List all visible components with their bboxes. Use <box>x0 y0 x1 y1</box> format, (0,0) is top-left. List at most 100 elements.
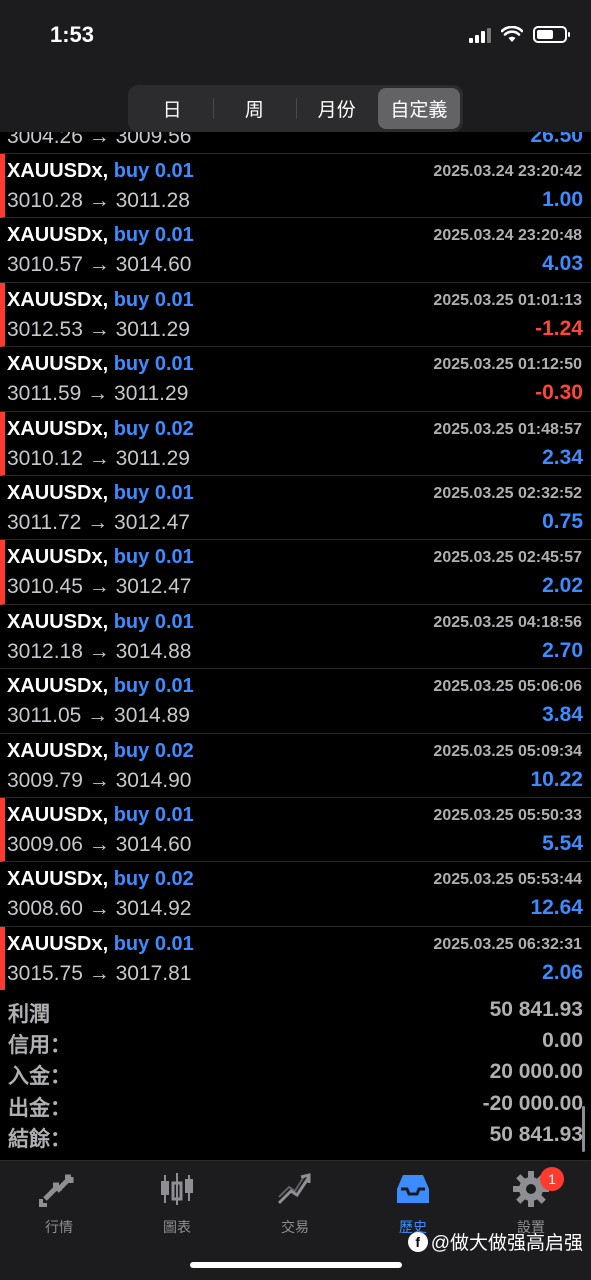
deal-prices: 3010.45 → 3012.47 <box>7 575 192 599</box>
summary-label: 利潤 <box>8 1003 50 1026</box>
tab-chart[interactable]: 圖表 <box>118 1169 236 1239</box>
deal-prices: 3009.79 → 3014.90 <box>7 768 192 792</box>
period-tab-custom[interactable]: 自定義 <box>377 88 460 129</box>
summary-row: 利潤 50 841.93 <box>0 996 591 1027</box>
deal-row[interactable]: XAUUSDx, buy 0.01 2025.03.24 23:20:48 3010… <box>0 218 591 283</box>
deal-title: XAUUSDx, buy 0.01 <box>7 933 194 956</box>
summary-row: 入金： 20 000.00 <box>0 1058 591 1089</box>
deal-time: 2025.03.24 23:20:42 <box>433 163 582 180</box>
account-summary: 結餘： 50 841.93 出金： -20 000.00 入金： 20 000.00 信用：… <box>0 996 591 1160</box>
tab-label: 行情 <box>45 1219 73 1235</box>
deal-profit: 3.84 <box>542 703 583 727</box>
deal-prices: 3008.60 → 3014.92 <box>7 897 192 921</box>
deal-time: 2025.03.25 05:50:33 <box>433 807 582 824</box>
deal-title: XAUUSDx, buy 0.01 <box>7 546 194 569</box>
deal-time: 2025.03.24 23:20:48 <box>433 227 582 245</box>
quotes-arrows-icon <box>39 1174 74 1207</box>
period-tab-week[interactable]: 周 <box>213 88 295 129</box>
deal-history-list[interactable]: 3004.26 → 3009.56 26.50 XAUUSDx, buy 0.0… <box>0 132 591 990</box>
deal-time: 2025.03.25 02:45:57 <box>433 549 582 567</box>
deal-symbol: XAUUSDx, <box>7 160 109 182</box>
tab-label: 圖表 <box>163 1219 191 1235</box>
deal-profit: 1.00 <box>542 188 583 211</box>
deal-row[interactable]: XAUUSDx, buy 0.01 2025.03.24 23:20:42 3010… <box>0 154 591 219</box>
deal-side: buy 0.01 <box>113 288 194 311</box>
deal-symbol: XAUUSDx, <box>7 417 109 440</box>
deal-row[interactable]: XAUUSDx, buy 0.02 2025.03.25 05:09:34 3009… <box>0 734 591 798</box>
deal-title: XAUUSDx, buy 0.01 <box>7 482 194 505</box>
summary-label: 入金： <box>8 1065 71 1089</box>
deal-side: buy 0.02 <box>113 417 194 440</box>
deal-row[interactable]: XAUUSDx, buy 0.01 2025.03.25 02:45:57 3010… <box>0 540 591 605</box>
deal-time: 2025.03.25 02:32:52 <box>433 485 582 502</box>
deal-side: buy 0.01 <box>113 224 194 247</box>
deal-row[interactable]: XAUUSDx, buy 0.01 2025.03.25 02:32:52 3011… <box>0 476 591 541</box>
deal-symbol: XAUUSDx, <box>7 675 109 698</box>
deal-row[interactable]: XAUUSDx, buy 0.01 2025.03.25 01:01:13 3012… <box>0 282 591 348</box>
deal-profit: 26.50 <box>530 132 583 147</box>
deal-row[interactable]: XAUUSDx, buy 0.02 2025.03.25 05:53:44 3008… <box>0 862 591 927</box>
deal-time: 2025.03.25 04:18:56 <box>433 613 582 631</box>
deal-side: buy 0.01 <box>113 160 194 182</box>
summary-row: 結餘： 50 841.93 <box>0 1121 591 1152</box>
deal-symbol: XAUUSDx, <box>7 804 109 826</box>
tab-trade[interactable]: 交易 <box>236 1169 354 1239</box>
deal-row[interactable]: XAUUSDx, buy 0.01 2025.03.25 05:50:33 3009… <box>0 798 591 863</box>
deal-prices: 3010.28 → 3011.28 <box>7 189 190 212</box>
watermark-logo-icon: f <box>407 1231 428 1252</box>
history-header: 日 周 月份 自定義 <box>0 72 591 132</box>
tab-quotes[interactable]: 行情 <box>0 1169 118 1239</box>
deal-profit: -0.30 <box>535 381 583 405</box>
deal-symbol: XAUUSDx, <box>7 482 109 504</box>
summary-row: 信用： 0.00 <box>0 1027 591 1058</box>
deal-row[interactable]: XAUUSDx, buy 0.01 2025.03.25 06:32:31 3015… <box>0 926 591 990</box>
watermark-text: @做大做强高启强 <box>430 1233 583 1254</box>
deal-time: 2025.03.25 01:48:57 <box>433 420 582 438</box>
deal-prices: 3015.75 → 3017.81 <box>7 961 192 985</box>
deal-prices: 3011.72 → 3012.47 <box>7 511 190 534</box>
bottom-tab-bar: 行情 圖表 交易 歷史 1 設置 <box>0 1160 591 1280</box>
summary-label: 出金： <box>8 1096 71 1120</box>
summary-value: -20 000.00 <box>482 1091 583 1115</box>
period-segmented-control: 日 周 月份 自定義 <box>128 85 463 132</box>
deal-row-partial[interactable]: 3004.26 → 3009.56 26.50 <box>0 132 591 154</box>
deal-symbol: XAUUSDx, <box>7 288 109 311</box>
history-inbox-icon <box>397 1175 429 1203</box>
deal-symbol: XAUUSDx, <box>7 610 109 633</box>
period-tab-day[interactable]: 日 <box>131 88 213 129</box>
watermark: f @做大做强高启强 <box>407 1228 583 1255</box>
deal-title: XAUUSDx, buy 0.01 <box>7 160 194 183</box>
candlestick-chart-icon <box>161 1173 193 1205</box>
deal-profit: 5.54 <box>542 832 583 855</box>
deal-row[interactable]: XAUUSDx, buy 0.01 2025.03.25 04:18:56 3012… <box>0 605 591 670</box>
summary-value: 50 841.93 <box>489 1122 583 1146</box>
deal-title: XAUUSDx, buy 0.02 <box>7 740 194 763</box>
deal-title: XAUUSDx, buy 0.01 <box>7 289 194 312</box>
deal-symbol: XAUUSDx, <box>7 739 109 762</box>
wifi-icon <box>501 26 523 42</box>
deal-prices: 3012.53 → 3011.29 <box>7 317 190 341</box>
deal-row[interactable]: XAUUSDx, buy 0.01 2025.03.25 05:06:06 3011… <box>0 669 591 734</box>
deal-side: buy 0.01 <box>113 482 194 504</box>
home-indicator[interactable] <box>190 1262 402 1268</box>
deal-title: XAUUSDx, buy 0.02 <box>7 418 194 441</box>
status-time: 1:53 <box>50 22 95 47</box>
deal-row[interactable]: XAUUSDx, buy 0.02 2025.03.25 01:48:57 3010… <box>0 411 591 476</box>
summary-row: 出金： -20 000.00 <box>0 1090 591 1121</box>
deal-prices: 3010.12 → 3011.29 <box>7 446 190 470</box>
status-icons <box>469 26 570 43</box>
period-tab-month[interactable]: 月份 <box>295 88 378 129</box>
deal-title: XAUUSDx, buy 0.02 <box>7 868 194 891</box>
deal-profit: 0.75 <box>542 510 583 533</box>
deal-symbol: XAUUSDx, <box>7 932 109 955</box>
deal-profit: 10.22 <box>530 767 583 791</box>
deal-time: 2025.03.25 05:53:44 <box>433 871 582 889</box>
deal-prices: 3012.18 → 3014.88 <box>7 639 192 663</box>
deal-side: buy 0.01 <box>113 353 194 376</box>
deal-side: buy 0.01 <box>113 610 194 633</box>
scroll-indicator[interactable] <box>582 1106 585 1152</box>
battery-icon <box>533 26 570 43</box>
deal-time: 2025.03.25 05:09:34 <box>433 742 582 760</box>
deal-row[interactable]: XAUUSDx, buy 0.01 2025.03.25 01:12:50 3011… <box>0 347 591 412</box>
deal-profit: 2.70 <box>542 638 583 662</box>
